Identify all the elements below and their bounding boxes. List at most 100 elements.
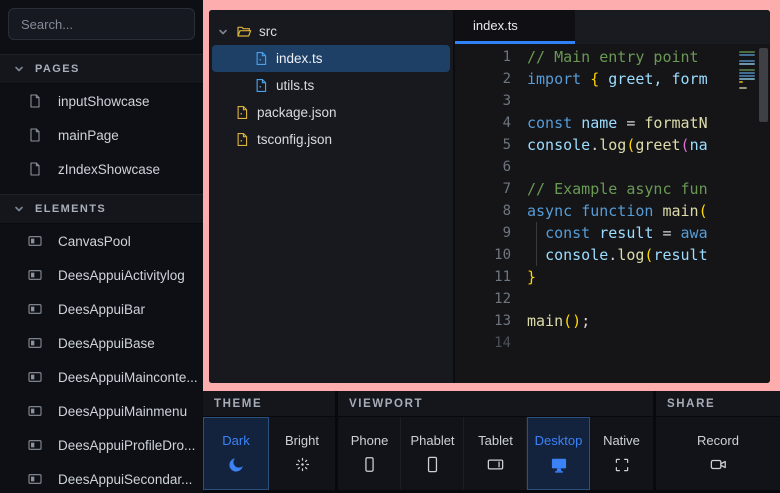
document-icon xyxy=(27,93,43,109)
toolbar-group-theme: THEMEDark Bright xyxy=(203,391,335,490)
folder-open-icon xyxy=(236,24,252,40)
tree-item-tsconfig-json[interactable]: tsconfig.json xyxy=(212,126,450,153)
code-text: console.log(result xyxy=(527,244,708,266)
code-line-4[interactable]: 4const name = formatN xyxy=(455,112,737,134)
code-line-1[interactable]: 1// Main entry point xyxy=(455,46,737,68)
code-lines[interactable]: 1// Main entry point2 import { greet, for… xyxy=(455,46,737,383)
sidebar-item-deesappuiactivitylog[interactable]: DeesAppuiActivitylog xyxy=(0,258,203,292)
toolbar-button-label: Bright xyxy=(285,433,319,448)
section-header-pages[interactable]: PAGES xyxy=(0,54,203,84)
section-header-elements[interactable]: ELEMENTS xyxy=(0,194,203,224)
toolbar-button-tablet[interactable]: Tablet xyxy=(464,417,527,490)
code-line-6[interactable]: 6 xyxy=(455,156,737,178)
tree-item-package-json[interactable]: package.json xyxy=(212,99,450,126)
sidebar-item-label: mainPage xyxy=(58,128,119,143)
code-line-11[interactable]: 11} xyxy=(455,266,737,288)
sidebar-item-deesappuiprofiledro[interactable]: DeesAppuiProfileDro... xyxy=(0,428,203,462)
code-text: // Example async fun xyxy=(527,178,708,200)
minimap-line xyxy=(739,69,755,71)
toolbar-group-label-share: SHARE xyxy=(656,391,780,416)
code-line-2[interactable]: 2 import { greet, form xyxy=(455,68,737,90)
toolbar-button-bright[interactable]: Bright xyxy=(269,417,335,490)
sidebar-item-deesappuibar[interactable]: DeesAppuiBar xyxy=(0,292,203,326)
toolbar-group-label-viewport: VIEWPORT xyxy=(338,391,653,416)
section-label: PAGES xyxy=(35,63,80,75)
line-number: 9 xyxy=(455,222,511,244)
code-line-3[interactable]: 3 xyxy=(455,90,737,112)
sidebar: PAGES inputShowcase mainPage zIndexShowc… xyxy=(0,0,203,493)
sidebar-item-label: DeesAppuiMainconte... xyxy=(58,370,198,385)
sidebar-item-label: CanvasPool xyxy=(58,234,131,249)
sidebar-item-deesappuimainconte[interactable]: DeesAppuiMainconte... xyxy=(0,360,203,394)
toolbar-button-phablet[interactable]: Phablet xyxy=(401,417,464,490)
sidebar-item-inputshowcase[interactable]: inputShowcase xyxy=(0,84,203,118)
desktop-icon xyxy=(549,455,569,475)
code-text: import { greet, form xyxy=(527,68,708,90)
code-line-8[interactable]: 8async function main( xyxy=(455,200,737,222)
main-area: src index.ts utils.ts package.json tscon… xyxy=(203,0,780,493)
ts-file-icon xyxy=(254,78,269,93)
code-line-10[interactable]: 10 console.log(result xyxy=(455,244,737,266)
tree-item-label: index.ts xyxy=(276,51,323,66)
toolbar-group-viewport: VIEWPORTPhone Phablet Tablet Desktop Nat… xyxy=(338,391,653,490)
minimap-line xyxy=(739,87,747,89)
phablet-icon xyxy=(423,455,442,475)
sidebar-item-deesappuimainmenu[interactable]: DeesAppuiMainmenu xyxy=(0,394,203,428)
scrollbar-thumb[interactable] xyxy=(759,48,768,122)
tree-item-src[interactable]: src xyxy=(212,18,450,45)
code-line-14[interactable]: 14 xyxy=(455,332,737,354)
line-number: 13 xyxy=(455,310,511,332)
toolbar-button-phone[interactable]: Phone xyxy=(338,417,401,490)
moon-icon xyxy=(226,455,246,475)
line-number: 12 xyxy=(455,288,511,310)
toolbar-button-dark[interactable]: Dark xyxy=(203,417,269,490)
code-line-12[interactable]: 12 xyxy=(455,288,737,310)
code-text: main(); xyxy=(527,310,590,332)
minimap-line xyxy=(739,63,755,65)
phone-icon xyxy=(360,455,379,475)
component-icon xyxy=(27,233,43,249)
sidebar-sections: PAGES inputShowcase mainPage zIndexShowc… xyxy=(0,54,203,493)
tab-index-ts[interactable]: index.ts xyxy=(455,10,575,44)
sidebar-item-zindexshowcase[interactable]: zIndexShowcase xyxy=(0,152,203,186)
toolbar-buttons-viewport: Phone Phablet Tablet Desktop Native xyxy=(338,416,653,490)
code-text: const name = formatN xyxy=(527,112,708,134)
line-number: 2 xyxy=(455,68,511,90)
component-icon xyxy=(27,301,43,317)
line-number: 14 xyxy=(455,332,511,354)
code-text: // Main entry point xyxy=(527,46,699,68)
search-input[interactable] xyxy=(8,8,195,40)
code-line-9[interactable]: 9 const result = awa xyxy=(455,222,737,244)
minimap[interactable] xyxy=(737,46,757,383)
code-text: console.log(greet(na xyxy=(527,134,708,156)
code-line-5[interactable]: 5 console.log(greet(na xyxy=(455,134,737,156)
editor-scrollbar[interactable] xyxy=(757,46,770,383)
sidebar-item-canvaspool[interactable]: CanvasPool xyxy=(0,224,203,258)
tree-item-label: tsconfig.json xyxy=(257,132,332,147)
tree-item-utils-ts[interactable]: utils.ts xyxy=(212,72,450,99)
tablet-icon xyxy=(486,455,505,475)
toolbar-button-desktop[interactable]: Desktop xyxy=(527,417,590,490)
chevron-down-icon xyxy=(13,63,25,75)
sidebar-item-mainpage[interactable]: mainPage xyxy=(0,118,203,152)
sidebar-item-deesappuibase[interactable]: DeesAppuiBase xyxy=(0,326,203,360)
tree-item-index-ts[interactable]: index.ts xyxy=(212,45,450,72)
component-preview-highlight: src index.ts utils.ts package.json tscon… xyxy=(203,0,780,391)
toolbar-button-native[interactable]: Native xyxy=(590,417,653,490)
fullscreen-icon xyxy=(613,455,631,475)
app-root: PAGES inputShowcase mainPage zIndexShowc… xyxy=(0,0,780,493)
code-line-13[interactable]: 13 main(); xyxy=(455,310,737,332)
sidebar-item-deesappuisecondar[interactable]: DeesAppuiSecondar... xyxy=(0,462,203,493)
editor-pane: index.ts 1// Main entry point2 import { g… xyxy=(455,10,770,383)
toolbar-group-label-theme: THEME xyxy=(203,391,335,416)
line-number: 5 xyxy=(455,134,511,156)
editor-tabbar: index.ts xyxy=(455,10,770,44)
component-icon xyxy=(27,437,43,453)
json-file-icon xyxy=(235,132,250,147)
code-editor[interactable]: 1// Main entry point2 import { greet, for… xyxy=(455,44,770,383)
toolbar-button-label: Native xyxy=(603,433,640,448)
toolbar-button-record[interactable]: Record xyxy=(656,417,780,490)
code-line-7[interactable]: 7// Example async fun xyxy=(455,178,737,200)
minimap-line xyxy=(739,54,755,56)
minimap-line xyxy=(739,51,755,53)
